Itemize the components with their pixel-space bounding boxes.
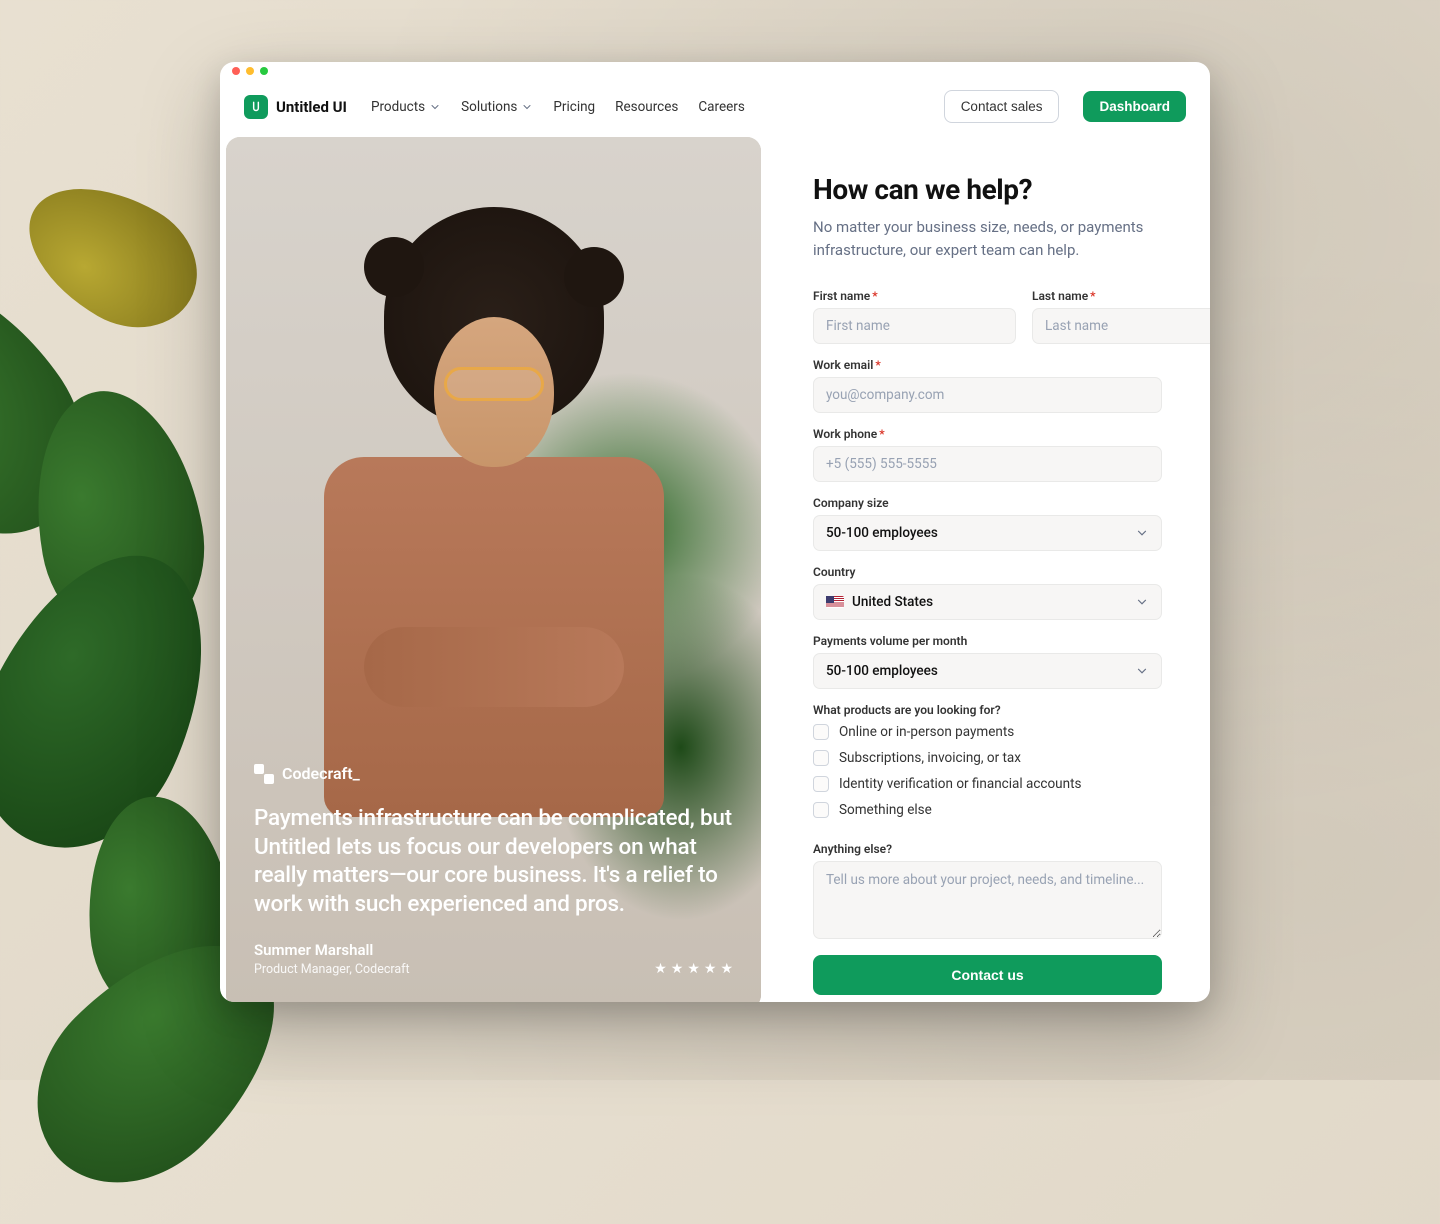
products-label: What products are you looking for? (813, 703, 1162, 717)
star-icon: ★ (654, 961, 667, 977)
star-icon: ★ (704, 961, 717, 977)
company-size-select[interactable]: 50-100 employees (813, 515, 1162, 551)
codecraft-logo-icon (254, 764, 274, 784)
chevron-down-icon (429, 101, 441, 113)
chevron-down-icon (1135, 595, 1149, 609)
last-name-label: Last name* (1032, 289, 1210, 303)
company-size-value: 50-100 employees (826, 525, 938, 541)
volume-value: 50-100 employees (826, 663, 938, 679)
checkbox-icon (813, 776, 829, 792)
volume-label: Payments volume per month (813, 634, 1162, 648)
product-option-payments[interactable]: Online or in-person payments (813, 724, 1162, 740)
nav-label: Solutions (461, 99, 517, 115)
us-flag-icon (826, 596, 844, 608)
last-name-input[interactable] (1032, 308, 1210, 344)
dashboard-button[interactable]: Dashboard (1083, 91, 1186, 122)
checkbox-icon (813, 750, 829, 766)
star-icon: ★ (671, 961, 684, 977)
product-option-other[interactable]: Something else (813, 802, 1162, 818)
logo-text: Untitled UI (276, 98, 347, 116)
product-option-subscriptions[interactable]: Subscriptions, invoicing, or tax (813, 750, 1162, 766)
browser-window: Untitled UI Products Solutions Pricing R… (220, 62, 1210, 1002)
form-title: How can we help? (813, 173, 1162, 206)
nav-solutions[interactable]: Solutions (461, 99, 533, 115)
volume-select[interactable]: 50-100 employees (813, 653, 1162, 689)
submit-button[interactable]: Contact us (813, 955, 1162, 995)
checkbox-label: Online or in-person payments (839, 724, 1014, 740)
nav-resources[interactable]: Resources (615, 99, 678, 115)
phone-label: Work phone* (813, 427, 1162, 441)
country-value: United States (852, 594, 933, 610)
country-select[interactable]: United States (813, 584, 1162, 620)
chevron-down-icon (1135, 664, 1149, 678)
testimonial-author-title: Product Manager, Codecraft (254, 962, 410, 977)
window-close-icon[interactable] (232, 67, 240, 75)
window-minimize-icon[interactable] (246, 67, 254, 75)
checkbox-icon (813, 724, 829, 740)
main-nav: Products Solutions Pricing Resources Car… (371, 99, 745, 115)
nav-label: Pricing (553, 99, 595, 115)
testimonial-hero: Codecraft_ Payments infrastructure can b… (226, 137, 761, 1002)
window-titlebar (220, 62, 1210, 80)
company-size-label: Company size (813, 496, 1162, 510)
site-header: Untitled UI Products Solutions Pricing R… (220, 80, 1210, 137)
checkbox-label: Subscriptions, invoicing, or tax (839, 750, 1021, 766)
testimonial-quote: Payments infrastructure can be complicat… (254, 804, 733, 919)
checkbox-label: Something else (839, 802, 932, 818)
phone-input[interactable] (813, 446, 1162, 482)
nav-label: Careers (698, 99, 744, 115)
nav-label: Products (371, 99, 425, 115)
nav-products[interactable]: Products (371, 99, 441, 115)
star-icon: ★ (687, 961, 700, 977)
checkbox-icon (813, 802, 829, 818)
testimonial-brand: Codecraft_ (254, 764, 733, 784)
window-maximize-icon[interactable] (260, 67, 268, 75)
nav-pricing[interactable]: Pricing (553, 99, 595, 115)
star-icon: ★ (720, 961, 733, 977)
contact-form: How can we help? No matter your business… (761, 137, 1210, 1002)
first-name-label: First name* (813, 289, 1016, 303)
nav-careers[interactable]: Careers (698, 99, 744, 115)
form-subtitle: No matter your business size, needs, or … (813, 216, 1162, 261)
email-input[interactable] (813, 377, 1162, 413)
email-label: Work email* (813, 358, 1162, 372)
chevron-down-icon (521, 101, 533, 113)
logo[interactable]: Untitled UI (244, 95, 347, 119)
anything-else-textarea[interactable] (813, 861, 1162, 939)
hero-photo (304, 207, 684, 767)
chevron-down-icon (1135, 526, 1149, 540)
checkbox-label: Identity verification or financial accou… (839, 776, 1081, 792)
logo-mark-icon (244, 95, 268, 119)
product-option-identity[interactable]: Identity verification or financial accou… (813, 776, 1162, 792)
rating-stars: ★ ★ ★ ★ ★ (654, 961, 733, 977)
country-label: Country (813, 565, 1162, 579)
testimonial-author-name: Summer Marshall (254, 941, 410, 959)
first-name-input[interactable] (813, 308, 1016, 344)
testimonial-brand-name: Codecraft_ (282, 764, 360, 783)
nav-label: Resources (615, 99, 678, 115)
contact-sales-button[interactable]: Contact sales (944, 90, 1060, 123)
anything-else-label: Anything else? (813, 842, 1162, 856)
